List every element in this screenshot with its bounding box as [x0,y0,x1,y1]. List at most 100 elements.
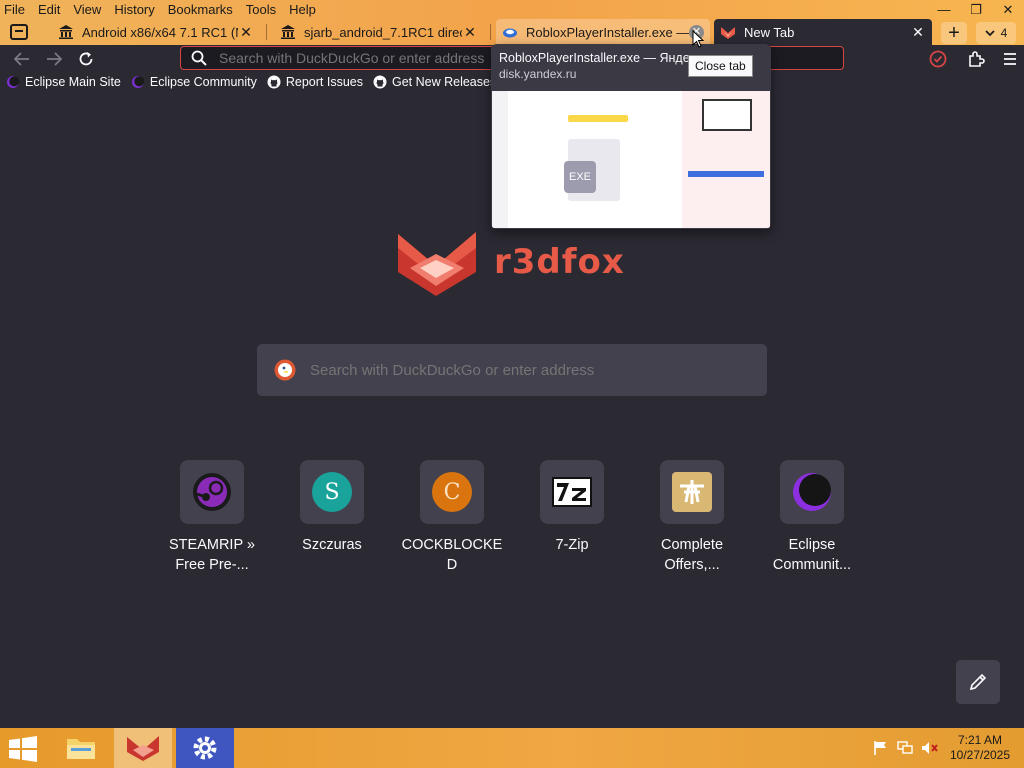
start-button[interactable] [8,736,38,767]
bookmark-label: Report Issues [285,75,363,89]
hamburger-menu-icon [1004,52,1016,65]
taskbar-settings[interactable] [176,728,234,768]
app-menu-button[interactable] [994,47,1024,71]
yandex-disk-icon [503,28,517,38]
customize-button[interactable] [956,660,1000,704]
window-controls: — ❐ ✕ [928,0,1024,19]
reload-icon [79,51,93,65]
eclipse-icon [7,76,20,88]
bookmark-label: Eclipse Main Site [25,75,121,89]
top-site-label: COCKBLOCKE D [401,537,503,573]
close-tab-icon[interactable]: ✕ [238,24,254,41]
restore-button[interactable]: ❐ [960,0,992,19]
7zip-icon [552,477,592,507]
duckduckgo-icon [274,359,296,381]
preview-url: disk.yandex.ru [499,67,577,81]
offers-icon [672,472,712,512]
r3dfox-fox-icon [398,232,476,296]
search-icon [191,50,207,66]
letter-avatar: C [432,472,472,512]
bookmark-get-new-releases[interactable]: Get New Releases [373,75,496,89]
tab-count-label: 4 [1000,26,1008,40]
top-site-tile[interactable] [660,460,724,524]
ublock-button[interactable] [926,47,950,71]
bookmark-label: Eclipse Community [149,75,257,89]
github-icon [267,75,281,89]
flag-icon[interactable] [872,740,890,756]
menu-history[interactable]: History [114,2,154,17]
minimize-button[interactable]: — [928,0,960,19]
menu-bar: File Edit View History Bookmarks Tools H… [0,0,329,19]
pencil-icon [969,673,987,691]
new-tab-button[interactable]: + [941,22,967,44]
tab-roblox-installer[interactable]: RobloxPlayerInstaller.exe — Янд ✕ [496,19,710,45]
volume-muted-icon[interactable] [920,740,940,756]
menu-view[interactable]: View [73,2,101,17]
tab-separator [266,24,267,40]
museum-icon [281,25,295,39]
shield-check-icon [929,50,947,67]
r3dfox-icon [127,736,159,761]
steamrip-icon [193,473,231,511]
tab-android-x86[interactable]: Android x86/x64 7.1 RC1 (Noug ✕ [52,19,260,45]
top-site-label: 7-Zip [555,537,589,553]
menu-edit[interactable]: Edit [38,2,60,17]
menu-help[interactable]: Help [289,2,316,17]
close-window-button[interactable]: ✕ [992,0,1024,19]
letter-avatar: S [312,472,352,512]
top-site-tile[interactable] [780,460,844,524]
top-site-tile[interactable] [540,460,604,524]
top-site-7zip[interactable]: 7-Zip [512,460,632,555]
network-icon[interactable] [896,740,914,756]
close-tab-tooltip: Close tab [688,55,753,77]
newtab-search-input[interactable] [310,361,750,379]
top-site-tile[interactable] [180,460,244,524]
logo-wordmark: r3dfox [494,242,625,282]
eclipse-icon [793,473,831,511]
bookmark-eclipse-main-site[interactable]: Eclipse Main Site [6,75,121,89]
taskbar-clock[interactable]: 7:21 AM 10/27/2025 [944,733,1016,763]
top-site-complete-offers[interactable]: Complete Offers,... [632,460,752,575]
forward-button[interactable] [40,45,68,72]
list-all-tabs-button[interactable]: 4 [976,22,1016,44]
eclipse-icon [131,76,145,88]
taskbar-file-explorer[interactable] [52,728,110,768]
back-button[interactable] [8,45,36,72]
chevron-down-icon [985,30,995,37]
preview-title: RobloxPlayerInstaller.exe — Яндекс [499,51,702,65]
top-site-label: Eclipse Communit... [772,537,852,573]
tab-title: Android x86/x64 7.1 RC1 (Noug [82,24,238,40]
tab-strip: Android x86/x64 7.1 RC1 (Noug ✕ sjarb_an… [0,19,1024,45]
firefox-view-button[interactable] [0,19,38,45]
github-icon [373,75,387,89]
close-tab-icon[interactable]: ✕ [462,24,478,41]
tab-separator [490,24,491,40]
menu-file[interactable]: File [4,2,25,17]
toolbar-right [926,45,1024,72]
mouse-cursor-icon [692,30,704,48]
top-site-cockblocked[interactable]: C COCKBLOCKE D [392,460,512,575]
menu-bookmarks[interactable]: Bookmarks [168,2,233,17]
forward-arrow-icon [47,51,62,66]
tab-title: RobloxPlayerInstaller.exe — Янд [526,24,689,40]
top-site-label: Szczuras [302,537,362,553]
tab-new-tab[interactable]: New Tab ✕ [714,19,932,45]
bookmark-report-issues[interactable]: Report Issues [267,75,363,89]
tab-sjarb-directory[interactable]: sjarb_android_7.1RC1 directory ✕ [274,19,484,45]
bookmark-eclipse-community[interactable]: Eclipse Community [131,75,257,89]
top-site-tile[interactable]: S [300,460,364,524]
close-tab-icon[interactable]: ✕ [910,24,926,41]
firefox-view-icon [10,24,28,40]
taskbar-r3dfox[interactable] [114,728,172,768]
top-site-label: STEAMRIP » Free Pre-... [169,537,255,573]
newtab-search-box[interactable] [257,344,767,396]
top-site-tile[interactable]: C [420,460,484,524]
reload-button[interactable] [72,45,100,72]
r3dfox-logo: r3dfox [396,228,636,298]
menu-tools[interactable]: Tools [246,2,276,17]
top-site-eclipse-community[interactable]: Eclipse Communit... [752,460,872,575]
system-tray [872,728,940,768]
top-site-szczuras[interactable]: S Szczuras [272,460,392,555]
extensions-button[interactable] [958,47,994,71]
top-site-steamrip[interactable]: STEAMRIP » Free Pre-... [152,460,272,575]
